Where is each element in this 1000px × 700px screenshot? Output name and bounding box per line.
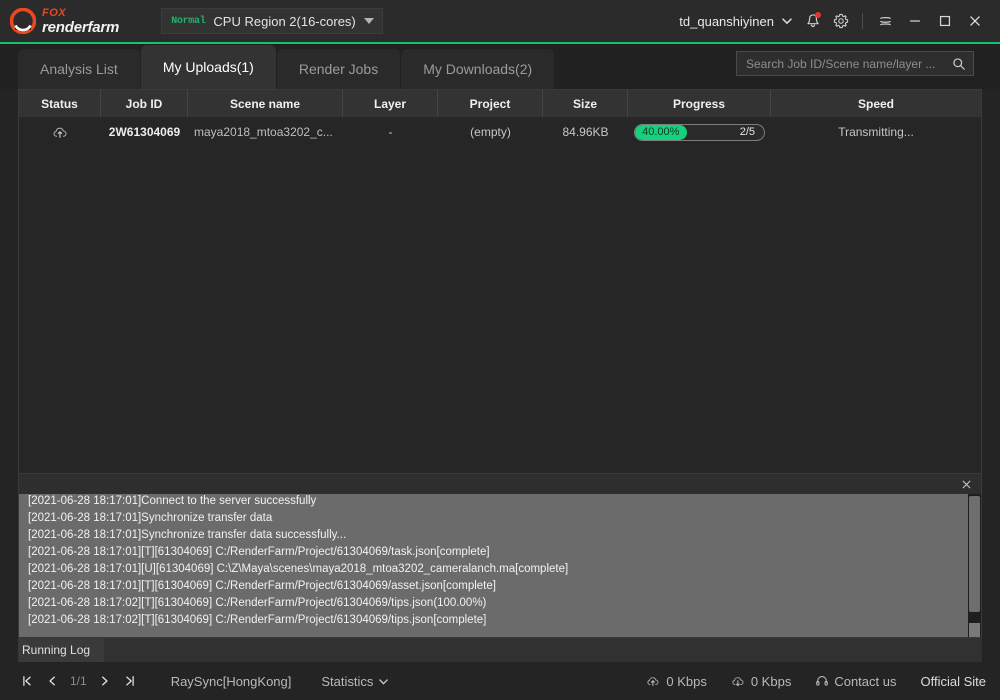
contact-us-link[interactable]: Contact us <box>815 674 896 689</box>
notifications-button[interactable] <box>799 7 827 35</box>
table-header-row: Status Job ID Scene name Layer Project S… <box>19 90 981 117</box>
log-output-area[interactable]: [2021-06-28 18:17:01]Synchronize transfe… <box>19 494 981 637</box>
chevron-down-icon <box>363 18 374 24</box>
table-body: 2W61304069 maya2018_mtoa3202_c... - (emp… <box>19 117 981 473</box>
row-speed-status: Transmitting... <box>838 125 914 139</box>
statistics-label: Statistics <box>321 673 374 689</box>
log-scrollbar-thumb-end[interactable] <box>969 623 980 637</box>
cloud-upload-icon <box>52 124 69 141</box>
column-header-layer[interactable]: Layer <box>343 90 438 117</box>
chevron-down-icon <box>378 676 389 687</box>
page-last-button[interactable] <box>119 670 141 692</box>
log-line: [2021-06-28 18:17:01]Synchronize transfe… <box>28 512 273 524</box>
log-line: [2021-06-28 18:17:01][T][61304069] C:/Re… <box>28 546 490 558</box>
column-header-status[interactable]: Status <box>19 90 101 117</box>
column-header-speed[interactable]: Speed <box>771 90 981 117</box>
tab-running-log[interactable]: Running Log <box>18 638 105 662</box>
tab-render-jobs[interactable]: Render Jobs <box>276 49 401 89</box>
row-scene-name: maya2018_mtoa3202_c... <box>194 125 333 139</box>
tab-strip: Analysis List My Uploads(1) Render Jobs … <box>0 44 1000 89</box>
progress-fraction-label: 2/5 <box>739 126 755 138</box>
upload-speed-value: 0 Kbps <box>666 673 707 689</box>
logo-text-top: FOX <box>42 6 67 19</box>
logo-text-bottom: renderfarm <box>42 18 120 36</box>
tab-analysis-list[interactable]: Analysis List <box>18 49 140 89</box>
log-line: [2021-06-28 18:17:02][T][61304069] C:/Re… <box>28 597 487 609</box>
column-header-size[interactable]: Size <box>543 90 628 117</box>
headset-icon <box>815 674 829 688</box>
log-panel-header <box>19 474 981 494</box>
row-progress-cell: 40.00% 2/5 <box>628 117 771 147</box>
column-header-scene-name[interactable]: Scene name <box>188 90 343 117</box>
search-icon[interactable] <box>952 57 966 71</box>
titlebar-controls: td_quanshiyinen <box>673 7 990 35</box>
log-line: [2021-06-28 18:17:01][U][61304069] C:\Z\… <box>28 563 569 575</box>
search-box[interactable] <box>736 51 974 76</box>
region-selector-label: CPU Region 2(16-cores) <box>213 13 356 29</box>
row-status-cell <box>19 117 101 147</box>
log-tab-bar: Running Log <box>18 638 982 662</box>
table-row[interactable]: 2W61304069 maya2018_mtoa3202_c... - (emp… <box>19 117 981 147</box>
log-line: [2021-06-28 18:17:01]Synchronize transfe… <box>28 529 347 541</box>
log-scrollbar[interactable] <box>968 494 981 637</box>
log-close-button[interactable] <box>957 475 975 493</box>
search-input[interactable] <box>746 56 952 71</box>
transfer-node-label: RaySync[HongKong] <box>170 673 292 689</box>
row-size: 84.96KB <box>562 125 609 139</box>
progress-percent-label: 40.00% <box>642 126 680 138</box>
row-layer: - <box>388 125 393 139</box>
progress-bar: 40.00% 2/5 <box>634 123 765 141</box>
chevron-down-icon <box>781 15 793 27</box>
row-project: (empty) <box>470 125 511 139</box>
close-button[interactable] <box>960 7 990 35</box>
fox-logo-icon <box>10 8 36 34</box>
user-name-label: td_quanshiyinen <box>679 13 774 29</box>
pagination: 1/1 <box>16 670 141 692</box>
statusbar-right: 0 Kbps 0 Kbps Contact us Official Site <box>646 674 986 689</box>
row-job-id: 2W61304069 <box>108 125 181 139</box>
statistics-menu[interactable]: Statistics <box>321 674 389 689</box>
stack-icon-button[interactable] <box>870 7 900 35</box>
upload-speed-indicator: 0 Kbps <box>646 673 707 689</box>
column-header-project[interactable]: Project <box>438 90 543 117</box>
page-next-button[interactable] <box>94 670 116 692</box>
maximize-button[interactable] <box>930 7 960 35</box>
app-logo[interactable]: FOX renderfarm <box>8 6 120 36</box>
uploads-table: Status Job ID Scene name Layer Project S… <box>18 89 982 473</box>
page-first-button[interactable] <box>16 670 38 692</box>
download-speed-indicator: 0 Kbps <box>731 674 791 689</box>
cpu-region-selector[interactable]: Normal CPU Region 2(16-cores) <box>161 8 383 34</box>
cloud-download-icon <box>731 674 746 689</box>
log-line: [2021-06-28 18:17:01][T][61304069] C:/Re… <box>28 580 496 592</box>
status-bar: 1/1 RaySync[HongKong] Statistics 0 Kbps … <box>0 662 1000 700</box>
settings-button[interactable] <box>827 7 855 35</box>
fox-renderfarm-client-window: FOX renderfarm Normal CPU Region 2(16-co… <box>0 0 1000 700</box>
tab-my-downloads[interactable]: My Downloads(2) <box>401 49 555 89</box>
user-menu[interactable]: td_quanshiyinen <box>673 10 799 33</box>
cloud-upload-icon <box>646 674 661 689</box>
download-speed-value: 0 Kbps <box>750 673 792 689</box>
page-prev-button[interactable] <box>41 670 63 692</box>
column-header-job-id[interactable]: Job ID <box>101 90 188 117</box>
tab-my-uploads[interactable]: My Uploads(1) <box>140 45 276 89</box>
log-lines: [2021-06-28 18:17:01]Synchronize transfe… <box>19 494 968 637</box>
page-indicator: 1/1 <box>70 674 87 688</box>
log-line: [2021-06-28 18:17:01]Connect to the serv… <box>28 495 317 507</box>
column-header-progress[interactable]: Progress <box>628 90 771 117</box>
notification-badge-dot <box>815 12 821 18</box>
region-priority-badge: Normal <box>171 15 206 27</box>
titlebar-divider <box>862 13 863 29</box>
title-bar: FOX renderfarm Normal CPU Region 2(16-co… <box>0 0 1000 42</box>
log-line: [2021-06-28 18:17:02][T][61304069] C:/Re… <box>28 614 487 626</box>
minimize-button[interactable] <box>900 7 930 35</box>
log-scrollbar-thumb[interactable] <box>969 496 980 612</box>
log-panel: [2021-06-28 18:17:01]Synchronize transfe… <box>18 473 982 638</box>
contact-us-label: Contact us <box>834 673 897 689</box>
official-site-link[interactable]: Official Site <box>920 674 986 689</box>
